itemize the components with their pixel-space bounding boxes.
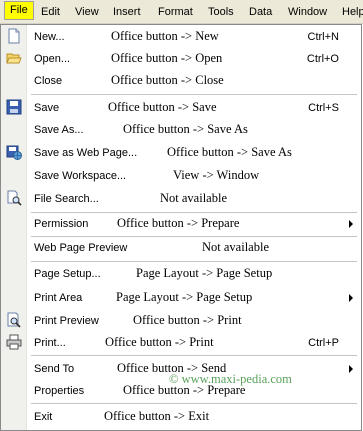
- menu-item-mapping: Office button -> Prepare: [117, 216, 240, 230]
- menu-item-label: New...: [34, 31, 65, 43]
- menu-item-mapping: Office button -> Close: [111, 73, 224, 87]
- menu-item-label: Open...: [34, 53, 71, 65]
- menu-item-label: Save as Web Page...: [34, 147, 138, 159]
- menu-item-mapping: Office button -> Print: [133, 313, 242, 327]
- menu-item-label: Print...: [34, 337, 66, 349]
- menu-edit[interactable]: Edit: [41, 5, 60, 19]
- menu-item-label: Page Setup...: [34, 268, 101, 280]
- menu-separator: [31, 212, 357, 213]
- menu-item-save-as[interactable]: Save As... Office button -> Save As: [1, 120, 361, 140]
- menu-item-label: Save As...: [34, 124, 84, 136]
- menu-item-label: Exit: [34, 411, 53, 423]
- file-menu-dropdown: New... Office button -> New Ctrl+N Open.…: [0, 24, 362, 431]
- menu-separator: [31, 236, 357, 237]
- menu-item-permission[interactable]: Permission Office button -> Prepare: [1, 214, 361, 234]
- menu-item-mapping: Office button -> Save As: [167, 145, 292, 159]
- menu-view[interactable]: View: [75, 5, 99, 19]
- submenu-arrow-icon: [349, 294, 353, 302]
- menu-item-label: Permission: [34, 218, 89, 230]
- menu-separator: [31, 403, 357, 404]
- menu-item-mapping: Not available: [202, 240, 269, 254]
- menu-item-mapping: View -> Window: [173, 168, 260, 182]
- menu-item-mapping: Office button -> New: [111, 29, 219, 43]
- submenu-arrow-icon: [349, 365, 353, 373]
- menu-separator: [31, 355, 357, 356]
- menu-item-mapping: Page Layout -> Page Setup: [136, 266, 273, 280]
- menu-separator: [31, 261, 357, 262]
- menu-item-print-area[interactable]: Print Area Page Layout -> Page Setup: [1, 288, 361, 308]
- menu-item-mapping: Not available: [160, 191, 227, 205]
- menu-item-mapping: Office button -> Save As: [123, 122, 248, 136]
- menu-format[interactable]: Format: [158, 5, 193, 19]
- menu-item-label: Close: [34, 75, 63, 87]
- menu-item-label: Print Preview: [34, 315, 99, 327]
- menu-item-file-search[interactable]: File Search... Not available: [1, 189, 361, 209]
- menu-item-label: Web Page Preview: [34, 242, 128, 254]
- menu-file[interactable]: File: [4, 1, 34, 20]
- menu-item-mapping: Office button -> Open: [111, 51, 223, 65]
- menu-item-mapping: Page Layout -> Page Setup: [116, 290, 253, 304]
- menu-bar: File Edit View Insert Format Tools Data …: [0, 0, 363, 24]
- menu-item-save[interactable]: Save Office button -> Save Ctrl+S: [1, 98, 361, 118]
- new-document-icon: [8, 28, 20, 44]
- web-page-save-icon: [6, 145, 22, 160]
- menu-data[interactable]: Data: [249, 5, 272, 19]
- menu-item-shortcut: Ctrl+S: [308, 102, 339, 114]
- menu-separator: [31, 94, 357, 95]
- menu-insert[interactable]: Insert: [113, 5, 141, 19]
- menu-item-shortcut: Ctrl+N: [307, 31, 339, 43]
- open-folder-icon: [6, 53, 22, 64]
- menu-item-label: Send To: [34, 363, 75, 375]
- menu-help[interactable]: Help: [342, 5, 363, 19]
- menu-item-new[interactable]: New... Office button -> New Ctrl+N: [1, 27, 361, 47]
- menu-item-mapping: Office button -> Save: [108, 100, 217, 114]
- menu-item-shortcut: Ctrl+P: [308, 337, 339, 349]
- menu-item-web-page-preview[interactable]: Web Page Preview Not available: [1, 238, 361, 258]
- menu-item-save-workspace[interactable]: Save Workspace... View -> Window: [1, 166, 361, 186]
- menu-item-mapping: Office button -> Print: [105, 335, 214, 349]
- menu-item-label: Save Workspace...: [34, 170, 127, 182]
- menu-item-save-as-web-page[interactable]: Save as Web Page... Office button -> Sav…: [1, 143, 361, 163]
- menu-item-label: Print Area: [34, 292, 83, 304]
- menu-window[interactable]: Window: [288, 5, 327, 19]
- menu-item-label: Properties: [34, 385, 85, 397]
- print-preview-icon: [7, 312, 21, 328]
- file-search-icon: [7, 190, 22, 206]
- floppy-disk-icon: [6, 99, 22, 115]
- menu-item-print-preview[interactable]: Print Preview Office button -> Print: [1, 311, 361, 331]
- menu-item-print[interactable]: Print... Office button -> Print Ctrl+P: [1, 333, 361, 353]
- menu-item-shortcut: Ctrl+O: [306, 53, 339, 65]
- menu-tools[interactable]: Tools: [208, 5, 234, 19]
- printer-icon: [6, 334, 22, 350]
- watermark-text: © www.maxi-pedia.com: [169, 372, 292, 386]
- menu-item-page-setup[interactable]: Page Setup... Page Layout -> Page Setup: [1, 264, 361, 284]
- menu-item-open[interactable]: Open... Office button -> Open Ctrl+O: [1, 49, 361, 69]
- submenu-arrow-icon: [349, 220, 353, 228]
- menu-item-label: File Search...: [34, 193, 99, 205]
- menu-item-mapping: Office button -> Exit: [104, 409, 210, 423]
- menu-item-label: Save: [34, 102, 60, 114]
- menu-item-exit[interactable]: Exit Office button -> Exit: [1, 407, 361, 427]
- menu-item-close[interactable]: Close Office button -> Close: [1, 71, 361, 91]
